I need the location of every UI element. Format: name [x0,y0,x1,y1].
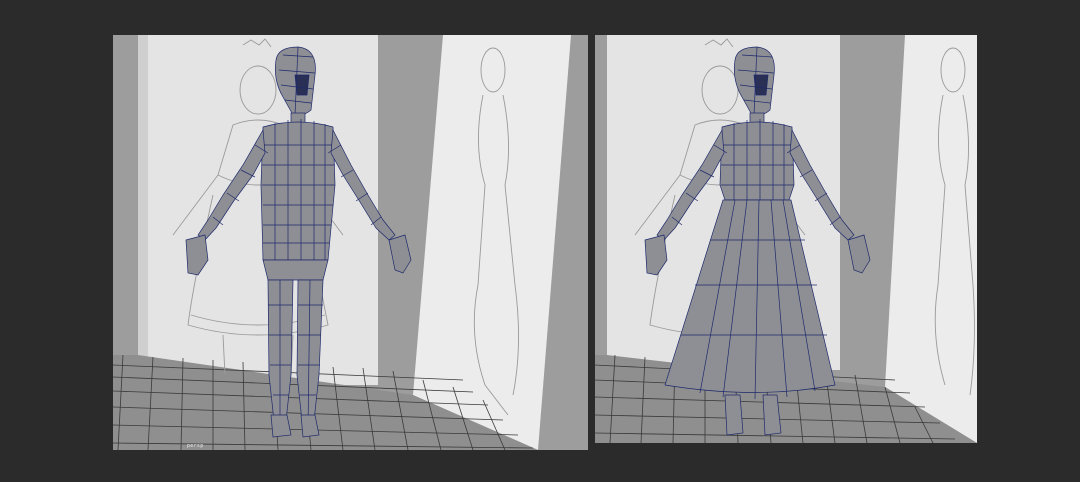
viewport-left-scene [113,35,588,450]
viewport-left[interactable]: persp [113,35,588,450]
image-plane-front [138,35,378,385]
viewport-right-scene [595,35,977,443]
viewport-camera-label: persp [187,443,204,449]
image-plane-edge [138,35,148,385]
viewport-right[interactable] [595,35,977,443]
